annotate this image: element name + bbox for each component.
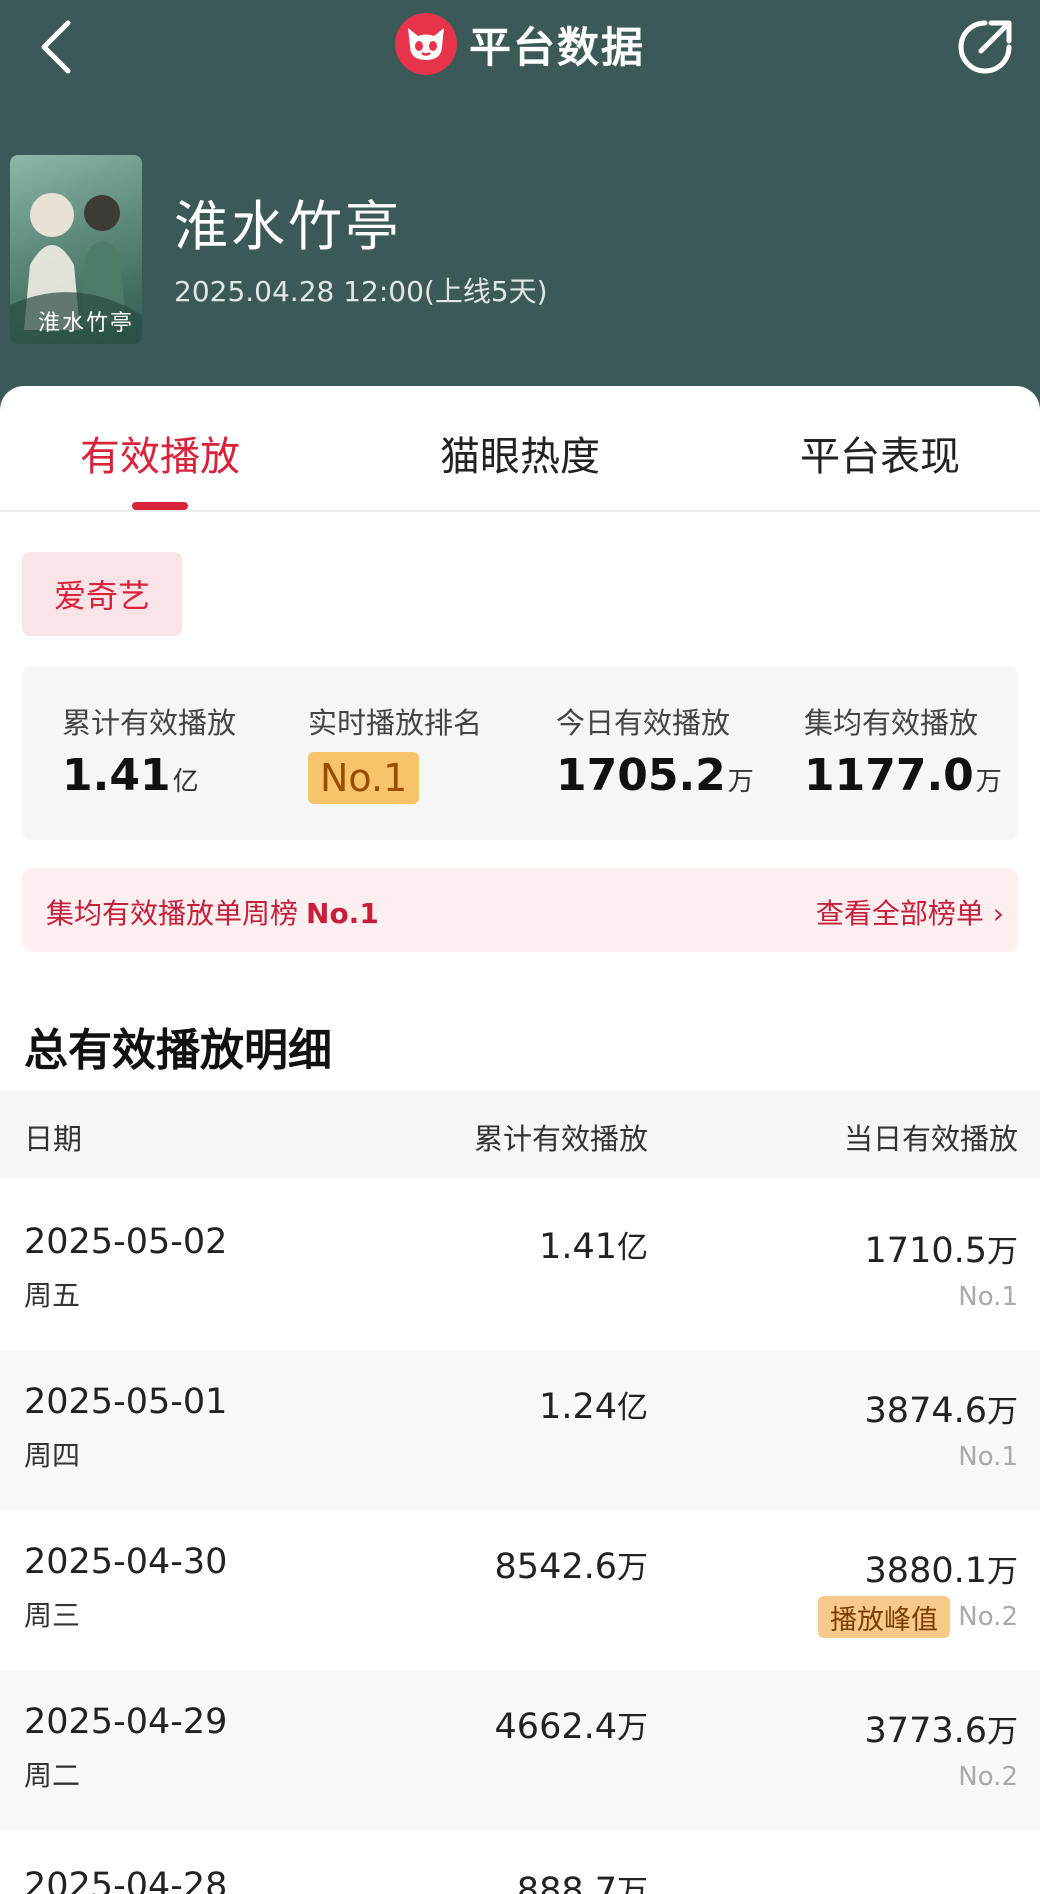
share-button[interactable] [952,14,1018,80]
content-card: 有效播放 猫眼热度 平台表现 爱奇艺 累计有效播放 1.41亿 实时播放排名 N… [0,386,1040,1894]
table-header: 日期 累计有效播放 当日有效播放 [0,1090,1040,1178]
active-tab-indicator [132,502,188,510]
row-weekday: 周五 [24,1279,81,1312]
row-date: 2025-05-02 [24,1222,228,1262]
page-title: 平台数据 [468,22,645,72]
stat-average-label: 集均有效播放 [804,706,979,740]
table-row: 2025-05-01 周四 1.24亿 3874.6万 No.1 [0,1350,1040,1510]
row-daily: 1710.5万 [864,1231,1018,1271]
row-rank: No.1 [958,1442,1018,1472]
row-weekday: 周三 [24,1599,81,1632]
show-title: 淮水竹亭 [174,195,402,258]
row-rank: No.1 [958,1282,1018,1312]
col-total: 累计有效播放 [473,1122,648,1156]
stat-average-value: 1177.0万 [804,750,1002,801]
nav-title-group: 平台数据 [0,12,1040,76]
row-daily: 3874.6万 [864,1391,1018,1431]
row-rank: No.2 [958,1602,1018,1632]
row-weekday: 周四 [24,1439,81,1472]
weekly-rank-banner[interactable]: 集均有效播放单周榜 No.1 查看全部榜单 › [22,868,1018,952]
row-daily: 3880.1万 [864,1551,1018,1591]
stat-total-label: 累计有效播放 [62,706,237,740]
view-all-rankings-link[interactable]: 查看全部榜单 › [816,892,1004,932]
row-total: 888.7万 [516,1871,648,1894]
section-title: 总有效播放明细 [24,1025,332,1076]
row-total: 8542.6万 [494,1547,648,1587]
stat-today-label: 今日有效播放 [556,706,731,740]
table-row: 2025-05-02 周五 1.41亿 1710.5万 No.1 [0,1190,1040,1350]
row-weekday: 周二 [24,1759,81,1792]
tab-effective-play[interactable]: 有效播放 [80,424,240,482]
row-date: 2025-04-29 [24,1702,228,1742]
share-icon [958,20,1012,74]
table-row: 2025-04-30 周三 8542.6万 3880.1万 播放峰值 No.2 [0,1510,1040,1670]
show-release-date: 2025.04.28 12:00(上线5天) [174,275,548,308]
table-row: 2025-04-29 周二 4662.4万 3773.6万 No.2 [0,1670,1040,1830]
banner-text: 集均有效播放单周榜 No.1 [46,897,379,930]
peak-badge: 播放峰值 [818,1596,950,1638]
tab-platform-performance[interactable]: 平台表现 [800,424,960,482]
header-hero: 平台数据 淮水竹亭 淮水竹亭 2025.04.28 12:00(上线5天) [0,0,1040,420]
platform-chip[interactable]: 爱奇艺 [22,552,182,636]
poster-title-text: 淮水竹亭 [38,311,135,336]
col-date: 日期 [24,1122,83,1156]
stats-panel: 累计有效播放 1.41亿 实时播放排名 No.1 今日有效播放 1705.2万 … [22,666,1018,840]
stat-today-value: 1705.2万 [556,750,754,801]
cat-logo-icon [394,13,457,75]
table-row: 2025-04-28 888.7万 [0,1864,1040,1894]
row-total: 1.24亿 [539,1387,648,1427]
rank-badge: No.1 [308,752,420,804]
tab-bar: 有效播放 猫眼热度 平台表现 [0,386,1040,512]
row-total: 1.41亿 [539,1227,648,1267]
row-date: 2025-05-01 [24,1382,228,1422]
row-daily: 3773.6万 [864,1711,1018,1751]
col-daily: 当日有效播放 [843,1122,1018,1156]
row-date: 2025-04-30 [24,1542,228,1582]
row-date: 2025-04-28 [24,1866,228,1894]
row-total: 4662.4万 [494,1707,648,1747]
show-poster[interactable]: 淮水竹亭 [10,155,142,344]
stat-total-value: 1.41亿 [62,750,199,801]
stat-rank-label: 实时播放排名 [308,706,483,740]
tab-maoyan-heat[interactable]: 猫眼热度 [440,424,600,482]
row-rank: No.2 [958,1762,1018,1792]
